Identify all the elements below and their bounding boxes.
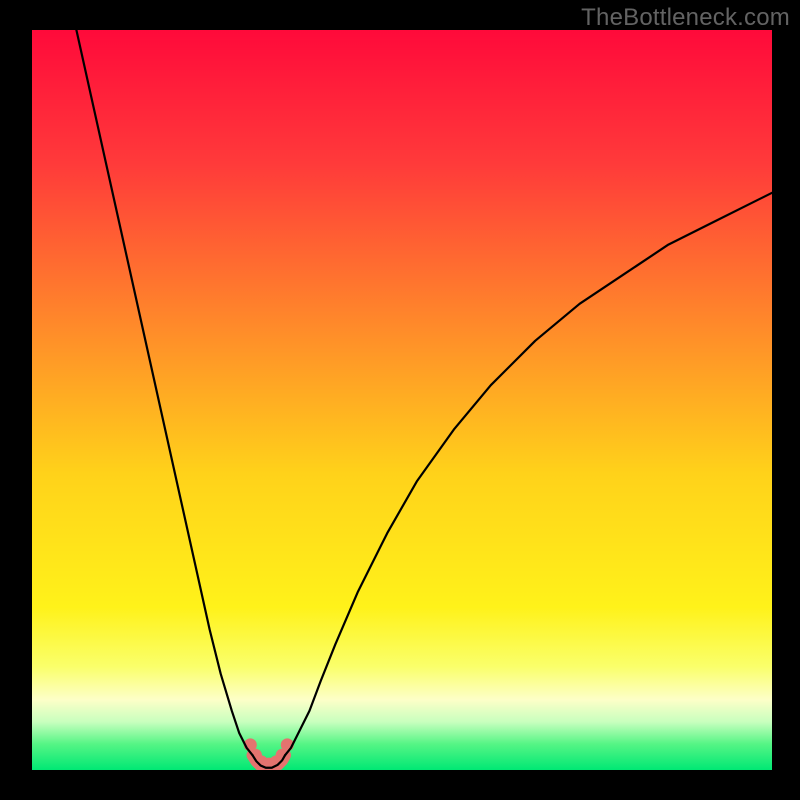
gradient-background [32,30,772,770]
chart-frame: TheBottleneck.com [0,0,800,800]
chart-plot-area [32,30,772,770]
chart-svg [32,30,772,770]
watermark-text: TheBottleneck.com [581,4,790,32]
